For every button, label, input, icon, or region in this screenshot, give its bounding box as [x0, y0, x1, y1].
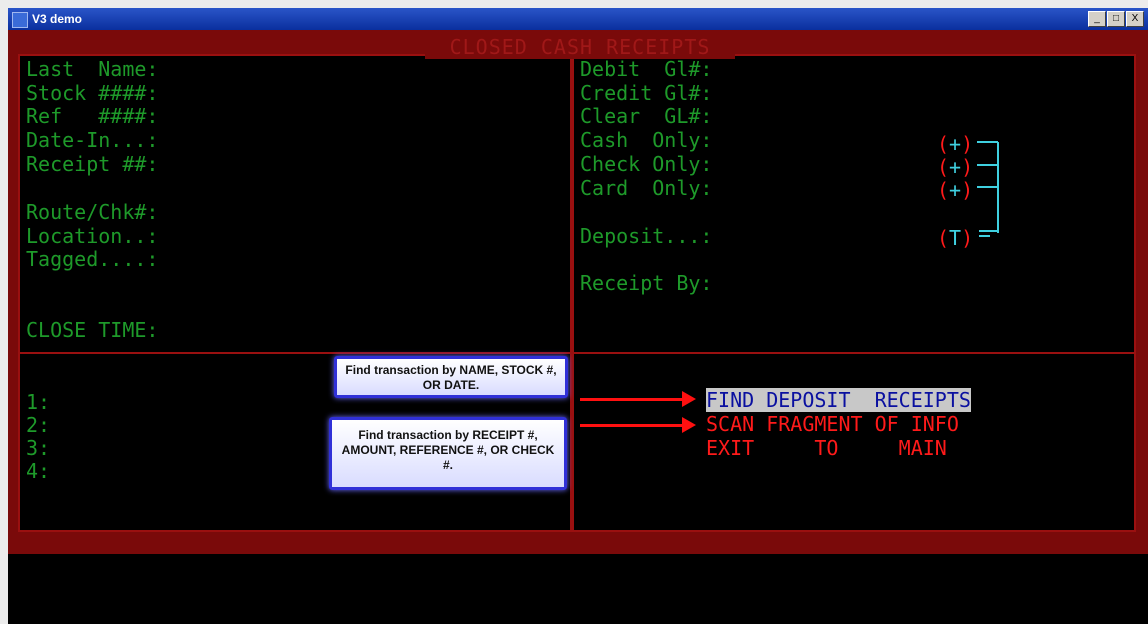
field-stock[interactable]: Stock ####:: [26, 83, 158, 103]
field-last-name[interactable]: Last Name:: [26, 59, 158, 79]
field-route-chk[interactable]: Route/Chk#:: [26, 202, 158, 222]
field-debit-gl[interactable]: Debit Gl#:: [580, 59, 712, 79]
option-4[interactable]: 4:: [26, 461, 50, 481]
option-1[interactable]: 1:: [26, 392, 50, 412]
window-controls: _ □ X: [1087, 11, 1144, 27]
title-bar[interactable]: [8, 8, 1148, 30]
field-clear-gl[interactable]: Clear GL#:: [580, 106, 712, 126]
field-receipt[interactable]: Receipt ##:: [26, 154, 158, 174]
window-title: V3 demo: [32, 12, 83, 26]
field-cash-only[interactable]: Cash Only:: [580, 130, 712, 150]
arrow-head-find: [682, 391, 696, 407]
arrow-to-find: [580, 398, 683, 401]
deposit-total-marker: (T): [937, 226, 974, 250]
minimize-button[interactable]: _: [1088, 11, 1106, 27]
field-location[interactable]: Location..:: [26, 226, 158, 246]
option-3[interactable]: 3:: [26, 438, 50, 458]
field-deposit[interactable]: Deposit...:: [580, 226, 712, 246]
menu-scan-fragment[interactable]: SCAN FRAGMENT OF INFO: [706, 412, 959, 436]
screen-title: CLOSED CASH RECEIPTS: [425, 35, 735, 59]
close-button[interactable]: X: [1126, 11, 1144, 27]
window-left-edge: [0, 30, 8, 624]
field-close-time[interactable]: CLOSE TIME:: [26, 320, 158, 340]
option-2[interactable]: 2:: [26, 415, 50, 435]
field-card-only[interactable]: Card Only:: [580, 178, 712, 198]
app-icon[interactable]: [12, 12, 28, 28]
arrow-to-scan: [580, 424, 683, 427]
cash-plus-marker: (+): [937, 132, 974, 156]
field-check-only[interactable]: Check Only:: [580, 154, 712, 174]
callout-find-by-name: Find transaction by NAME, STOCK #, OR DA…: [334, 356, 568, 398]
sum-bracket: [977, 141, 999, 237]
menu-exit-to-main[interactable]: EXIT TO MAIN: [706, 436, 947, 460]
field-credit-gl[interactable]: Credit Gl#:: [580, 83, 712, 103]
card-plus-marker: (+): [937, 178, 974, 202]
callout-find-by-receipt: Find transaction by RECEIPT #, AMOUNT, R…: [329, 417, 567, 490]
arrow-head-scan: [682, 417, 696, 433]
maximize-button[interactable]: □: [1107, 11, 1125, 27]
field-ref[interactable]: Ref ####:: [26, 106, 158, 126]
field-tagged[interactable]: Tagged....:: [26, 249, 158, 269]
field-date-in[interactable]: Date-In...:: [26, 130, 158, 150]
check-plus-marker: (+): [937, 155, 974, 179]
menu-find-deposit-receipts[interactable]: FIND DEPOSIT RECEIPTS: [706, 388, 971, 412]
field-receipt-by[interactable]: Receipt By:: [580, 273, 712, 293]
